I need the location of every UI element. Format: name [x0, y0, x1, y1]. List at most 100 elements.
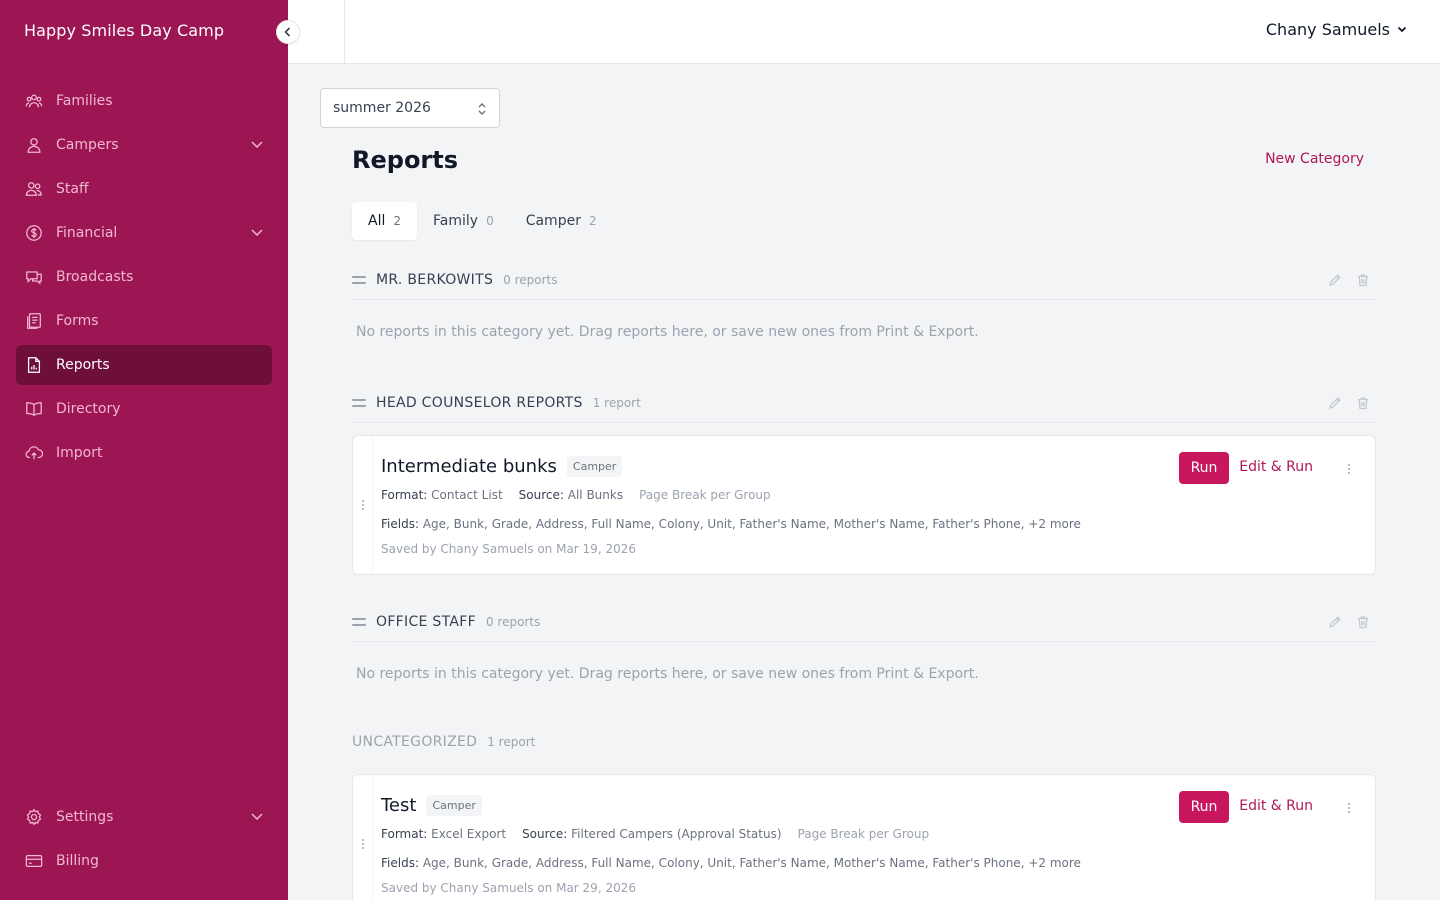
sidebar-item-broadcasts[interactable]: Broadcasts	[16, 257, 272, 297]
sidebar-item-label: Broadcasts	[56, 269, 134, 285]
report-title-row: Test Camper	[381, 795, 482, 816]
drag-handle-icon[interactable]	[352, 398, 366, 407]
report-card: Intermediate bunks Camper Format: Contac…	[352, 435, 1376, 575]
report-title: Test	[381, 795, 417, 816]
category-name: HEAD COUNSELOR REPORTS	[376, 394, 583, 411]
drag-handle-icon[interactable]	[352, 617, 366, 626]
category-section-uncategorized: UNCATEGORIZED 1 report Test Camper Forma…	[352, 722, 1376, 900]
sidebar-item-label: Billing	[56, 853, 99, 869]
families-icon	[24, 91, 44, 111]
trash-icon[interactable]	[1356, 614, 1370, 633]
sidebar-item-label: Financial	[56, 225, 118, 241]
format-label: Format:	[381, 488, 428, 502]
source-value: All Bunks	[567, 488, 624, 502]
category-section: MR. BERKOWITS 0 reports No reports in th…	[352, 260, 1376, 364]
pencil-icon[interactable]	[1328, 395, 1342, 414]
sidebar: Happy Smiles Day Camp Families Campers S…	[0, 0, 288, 900]
format-value: Excel Export	[431, 827, 507, 841]
chevron-left-icon	[282, 23, 294, 42]
edit-and-run-link[interactable]: Edit & Run	[1239, 459, 1313, 475]
app-name: Happy Smiles Day Camp	[24, 21, 225, 40]
trash-icon[interactable]	[1356, 272, 1370, 291]
category-name: MR. BERKOWITS	[376, 271, 494, 288]
edit-and-run-link[interactable]: Edit & Run	[1239, 798, 1313, 814]
category-header: HEAD COUNSELOR REPORTS 1 report	[352, 383, 1376, 423]
chevron-down-icon[interactable]	[250, 225, 264, 243]
drag-handle-icon[interactable]	[352, 275, 366, 284]
chevron-down-icon[interactable]	[250, 137, 264, 155]
trash-icon[interactable]	[1356, 395, 1370, 414]
sidebar-item-import[interactable]: Import	[16, 433, 272, 473]
run-button[interactable]: Run	[1179, 791, 1229, 823]
empty-category-message: No reports in this category yet. Drag re…	[356, 666, 979, 682]
report-icon	[24, 355, 44, 375]
gear-icon	[24, 807, 44, 827]
page-title: Reports	[352, 146, 459, 174]
source-label: Source:	[522, 827, 568, 841]
report-type-badge: Camper	[426, 795, 482, 816]
forms-icon	[24, 311, 44, 331]
fields-label: Fields:	[381, 856, 419, 870]
sidebar-item-label: Families	[56, 93, 113, 109]
select-arrows-icon	[477, 101, 487, 121]
tab-label: Family	[433, 213, 479, 229]
sidebar-item-billing[interactable]: Billing	[16, 841, 272, 881]
sidebar-bottom-nav: Settings Billing	[16, 797, 272, 885]
cloud-upload-icon	[24, 443, 44, 463]
user-menu[interactable]: Chany Samuels	[1266, 20, 1408, 39]
report-page-break: Page Break per Group	[639, 488, 771, 502]
chevron-down-icon[interactable]	[250, 809, 264, 827]
source-value: Filtered Campers (Approval Status)	[571, 827, 782, 841]
tab-count: 2	[588, 214, 597, 228]
sidebar-nav: Families Campers Staff Financial Broadca…	[16, 81, 272, 477]
sidebar-item-financial[interactable]: Financial	[16, 213, 272, 253]
report-card: Test Camper Format: Excel Export Source:…	[352, 774, 1376, 900]
sidebar-item-reports[interactable]: Reports	[16, 345, 272, 385]
report-fields: Fields: Age, Bunk, Grade, Address, Full …	[381, 517, 1081, 531]
category-section: OFFICE STAFF 0 reports No reports in thi…	[352, 602, 1376, 706]
tab-label: All	[368, 213, 386, 229]
category-section: HEAD COUNSELOR REPORTS 1 report Intermed…	[352, 383, 1376, 575]
sidebar-item-families[interactable]: Families	[16, 81, 272, 121]
dollar-icon	[24, 223, 44, 243]
book-icon	[24, 399, 44, 419]
tab-count: 0	[486, 214, 494, 228]
report-meta: Format: Contact List Source: All Bunks P…	[381, 488, 771, 502]
fields-value: Age, Bunk, Grade, Address, Full Name, Co…	[422, 517, 1081, 531]
tab-family[interactable]: Family 0	[417, 202, 510, 240]
vertical-dots-drag-icon[interactable]	[353, 775, 373, 900]
sidebar-item-forms[interactable]: Forms	[16, 301, 272, 341]
sidebar-item-directory[interactable]: Directory	[16, 389, 272, 429]
report-type-badge: Camper	[566, 456, 623, 477]
category-header: UNCATEGORIZED 1 report	[352, 722, 1376, 762]
report-fields: Fields: Age, Bunk, Grade, Address, Full …	[381, 856, 1081, 870]
credit-card-icon	[24, 851, 44, 871]
tab-all[interactable]: All 2	[352, 202, 417, 240]
sidebar-collapse-button[interactable]	[276, 20, 300, 44]
category-count: 0 reports	[485, 614, 541, 629]
sidebar-item-staff[interactable]: Staff	[16, 169, 272, 209]
more-options-icon[interactable]	[1347, 460, 1351, 479]
pencil-icon[interactable]	[1328, 614, 1342, 633]
fields-label: Fields:	[381, 517, 419, 531]
pencil-icon[interactable]	[1328, 272, 1342, 291]
category-count: 0 reports	[503, 272, 558, 287]
tab-label: Camper	[525, 213, 581, 229]
person-icon	[24, 135, 44, 155]
tab-camper[interactable]: Camper 2	[510, 202, 613, 240]
sidebar-item-settings[interactable]: Settings	[16, 797, 272, 837]
top-bar-divider	[344, 0, 345, 63]
category-header: MR. BERKOWITS 0 reports	[352, 260, 1376, 300]
sidebar-item-label: Campers	[56, 137, 119, 153]
main-content: summer 2026 Reports New Category All 2 F…	[288, 64, 1440, 900]
tab-count: 2	[393, 214, 401, 228]
report-saved-info: Saved by Chany Samuels on Mar 19, 2026	[381, 542, 636, 556]
season-select[interactable]: summer 2026	[320, 88, 500, 128]
sidebar-item-campers[interactable]: Campers	[16, 125, 272, 165]
new-category-link[interactable]: New Category	[1265, 151, 1364, 167]
vertical-dots-drag-icon[interactable]	[353, 436, 373, 574]
category-name: UNCATEGORIZED	[352, 734, 478, 750]
run-button[interactable]: Run	[1179, 452, 1229, 484]
report-tabs: All 2 Family 0 Camper 2	[352, 202, 613, 240]
more-options-icon[interactable]	[1347, 799, 1351, 818]
